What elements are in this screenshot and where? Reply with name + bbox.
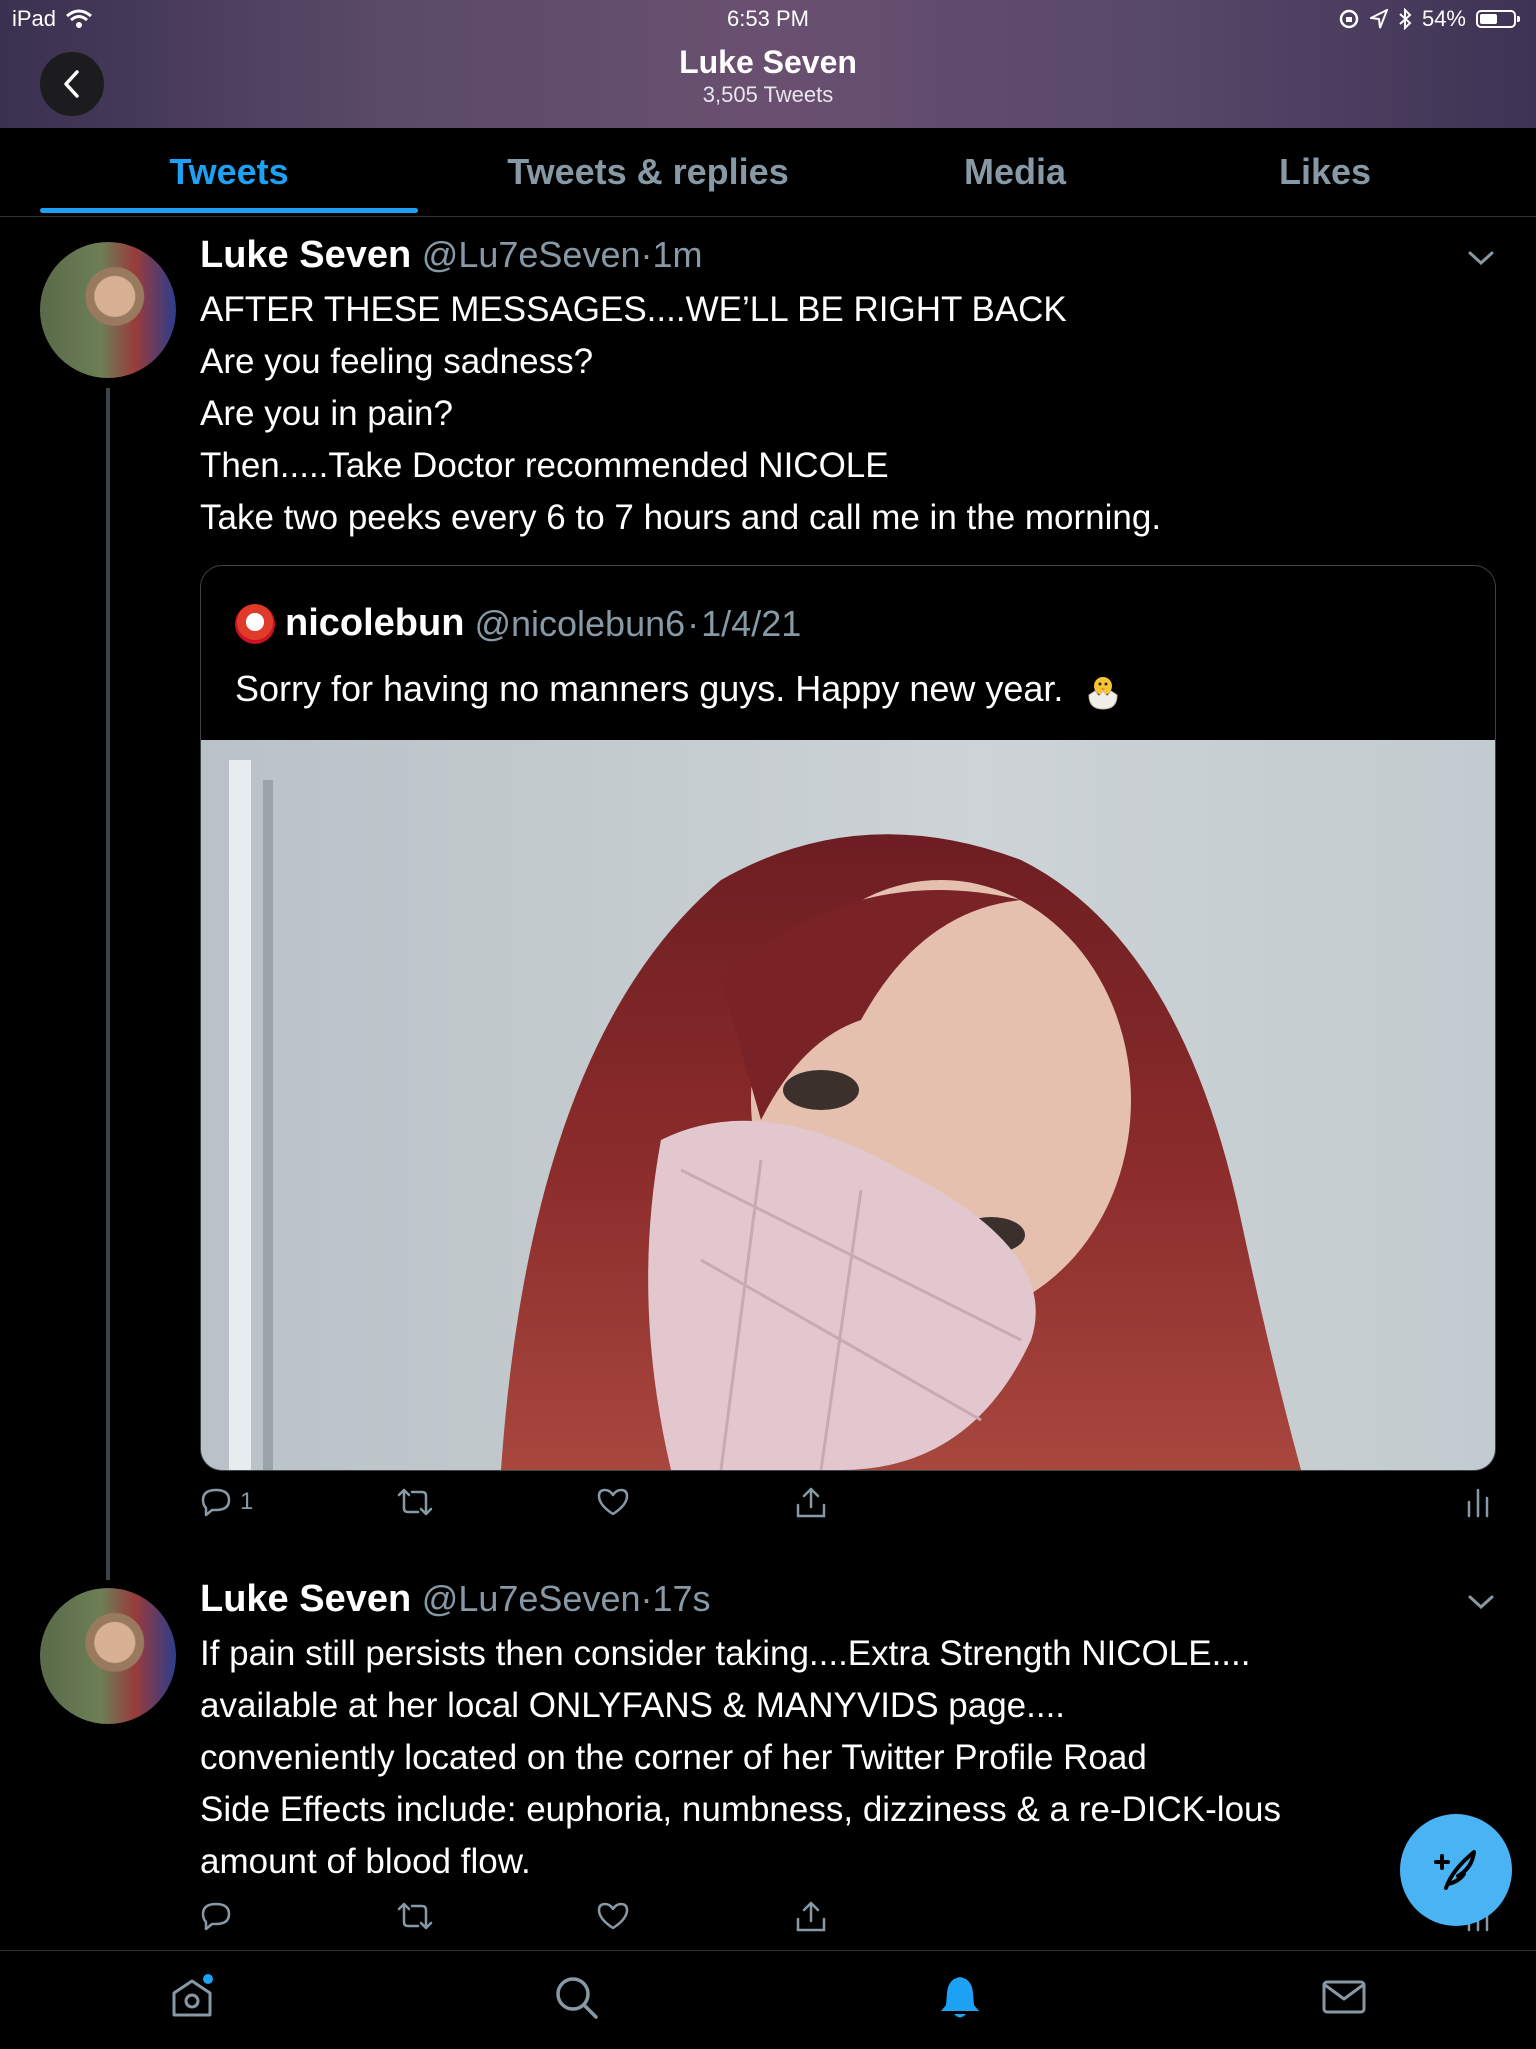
tweet-text: AFTER THESE MESSAGES....WE’LL BE RIGHT B… bbox=[200, 284, 1161, 544]
tweet-actions bbox=[200, 1900, 1490, 1948]
tweet-header: Luke Seven @Lu7eSeven·1m bbox=[200, 234, 703, 277]
analytics-icon bbox=[1467, 1488, 1489, 1518]
profile-tabs: Tweets Tweets & replies Media Likes bbox=[0, 128, 1536, 217]
tab-media[interactable]: Media bbox=[880, 128, 1150, 216]
tab-likes[interactable]: Likes bbox=[1190, 128, 1460, 216]
author-name[interactable]: Luke Seven bbox=[200, 234, 411, 276]
photo-image bbox=[201, 740, 1495, 1470]
battery-icon bbox=[1476, 10, 1520, 28]
reply-button[interactable] bbox=[200, 1900, 232, 1932]
tweet-time[interactable]: 17s bbox=[653, 1578, 711, 1619]
compose-icon bbox=[1434, 1850, 1476, 1890]
notifications-icon[interactable] bbox=[936, 1973, 984, 2021]
like-button[interactable] bbox=[596, 1486, 630, 1518]
author-name[interactable]: Luke Seven bbox=[200, 1578, 411, 1620]
share-icon bbox=[796, 1487, 826, 1518]
tweet-header: Luke Seven @Lu7eSeven·17s bbox=[200, 1578, 711, 1621]
quote-author-name: nicolebun bbox=[285, 602, 465, 644]
quote-text-row: Sorry for having no manners guys. Happy … bbox=[235, 668, 1123, 711]
tweet-line: Side Effects include: euphoria, numbness… bbox=[200, 1790, 1282, 1829]
author-handle[interactable]: @Lu7eSeven bbox=[422, 1578, 641, 1619]
tweet-text: If pain still persists then consider tak… bbox=[200, 1628, 1281, 1888]
quote-author-handle: @nicolebun6 bbox=[474, 602, 686, 644]
battery-percent: 54% bbox=[1421, 6, 1466, 31]
tweet-line: Take two peeks every 6 to 7 hours and ca… bbox=[200, 498, 1162, 537]
page-title: Luke Seven bbox=[679, 44, 857, 80]
like-button[interactable] bbox=[596, 1900, 630, 1932]
quote-date: 1/4/21 bbox=[701, 602, 802, 644]
reply-count: 1 bbox=[240, 1488, 254, 1515]
retweet-button[interactable] bbox=[396, 1900, 434, 1932]
battery-level bbox=[1480, 14, 1497, 24]
search-icon[interactable] bbox=[552, 1973, 600, 2021]
quote-header: nicolebun @nicolebun6 · 1/4/21 bbox=[235, 602, 801, 645]
tab-tweets[interactable]: Tweets bbox=[40, 128, 418, 216]
tweet-line: AFTER THESE MESSAGES....WE’LL BE RIGHT B… bbox=[200, 290, 1067, 329]
avatar[interactable] bbox=[40, 1588, 176, 1724]
analytics-button[interactable] bbox=[1466, 1486, 1490, 1518]
separator-dot: · bbox=[687, 602, 700, 644]
share-icon bbox=[796, 1901, 826, 1932]
chevron-down-icon[interactable] bbox=[1466, 1592, 1496, 1612]
tweet-actions: 1 bbox=[200, 1486, 1490, 1534]
quote-text: Sorry for having no manners guys. Happy … bbox=[235, 668, 1064, 709]
retweet-icon bbox=[397, 1488, 433, 1516]
profile-header: iPad 6:53 PM 54% Luke Seven 3,505 Tweets bbox=[0, 0, 1536, 128]
avatar[interactable] bbox=[40, 242, 176, 378]
bottom-tab-bar bbox=[0, 1950, 1536, 2049]
share-button[interactable] bbox=[794, 1486, 828, 1520]
separator-dot: · bbox=[640, 1578, 653, 1619]
tweet-line: If pain still persists then consider tak… bbox=[200, 1634, 1251, 1673]
tab-tweets-and-replies[interactable]: Tweets & replies bbox=[448, 128, 848, 216]
active-tab-indicator bbox=[40, 208, 418, 213]
reply-button[interactable]: 1 bbox=[200, 1486, 253, 1518]
home-icon[interactable] bbox=[168, 1973, 216, 2021]
tweet-line: conveniently located on the corner of he… bbox=[200, 1738, 1147, 1777]
thread-line bbox=[106, 388, 110, 1580]
chevron-down-icon[interactable] bbox=[1466, 248, 1496, 268]
quote-avatar bbox=[235, 603, 275, 644]
tweet-line: amount of blood flow. bbox=[200, 1842, 531, 1881]
tweet-line: Then.....Take Doctor recommended NICOLE bbox=[200, 446, 889, 485]
reply-icon bbox=[201, 1488, 231, 1517]
like-icon bbox=[597, 1488, 629, 1516]
status-right: 54% bbox=[1338, 6, 1520, 32]
share-button[interactable] bbox=[794, 1900, 828, 1934]
reply-icon bbox=[201, 1902, 231, 1931]
author-handle[interactable]: @Lu7eSeven bbox=[422, 234, 641, 275]
tweet-time[interactable]: 1m bbox=[653, 234, 703, 275]
bluetooth-icon bbox=[1399, 8, 1412, 30]
messages-icon[interactable] bbox=[1320, 1973, 1368, 2021]
tweet-photo[interactable] bbox=[201, 740, 1495, 1470]
retweet-button[interactable] bbox=[396, 1486, 434, 1518]
like-icon bbox=[597, 1902, 629, 1930]
status-time: 6:53 PM bbox=[727, 6, 809, 31]
separator-dot: · bbox=[640, 234, 653, 275]
orientation-lock-icon bbox=[1339, 9, 1359, 29]
location-icon bbox=[1369, 9, 1388, 29]
tweet-line: Are you in pain? bbox=[200, 394, 453, 433]
hatching-chick-icon bbox=[1088, 677, 1118, 710]
tweet-count: 3,505 Tweets bbox=[702, 82, 834, 107]
tweet-line: Are you feeling sadness? bbox=[200, 342, 594, 381]
quoted-tweet[interactable]: nicolebun @nicolebun6 · 1/4/21 Sorry for h… bbox=[200, 565, 1496, 1471]
tweet-line: available at her local ONLYFANS & MANYVI… bbox=[200, 1686, 1066, 1725]
compose-tweet-button[interactable] bbox=[1400, 1814, 1512, 1926]
retweet-icon bbox=[397, 1902, 433, 1930]
